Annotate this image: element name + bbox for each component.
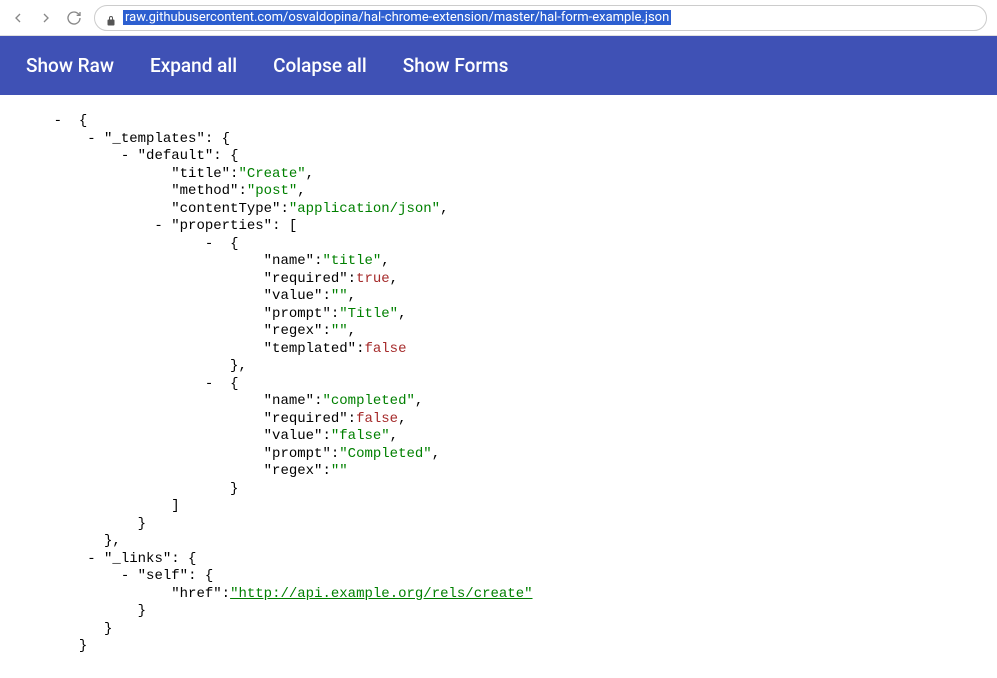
json-line: - "properties": [ bbox=[20, 218, 977, 236]
json-line: "required":true, bbox=[20, 271, 977, 289]
href-link[interactable]: "http://api.example.org/rels/create" bbox=[230, 586, 532, 602]
extension-toolbar: Show Raw Expand all Colapse all Show For… bbox=[0, 36, 997, 95]
json-line: "name":"completed", bbox=[20, 393, 977, 411]
json-line: "regex":"", bbox=[20, 323, 977, 341]
collapse-all-button[interactable]: Colapse all bbox=[273, 54, 367, 77]
json-line: "required":false, bbox=[20, 411, 977, 429]
json-line: - "default": { bbox=[20, 148, 977, 166]
json-line: "regex":"" bbox=[20, 463, 977, 481]
json-line: "templated":false bbox=[20, 341, 977, 359]
json-line: "prompt":"Completed", bbox=[20, 446, 977, 464]
json-line: - "self": { bbox=[20, 568, 977, 586]
json-line: } bbox=[20, 621, 977, 639]
json-line: "href":"http://api.example.org/rels/crea… bbox=[20, 586, 977, 604]
json-line: } bbox=[20, 481, 977, 499]
reload-icon[interactable] bbox=[66, 10, 82, 26]
url-text[interactable]: raw.githubusercontent.com/osvaldopina/ha… bbox=[123, 10, 671, 25]
collapse-toggle-icon[interactable]: - bbox=[121, 148, 129, 164]
lock-icon bbox=[105, 12, 117, 24]
show-forms-button[interactable]: Show Forms bbox=[403, 54, 509, 77]
json-line: - "_links": { bbox=[20, 551, 977, 569]
json-line: "title":"Create", bbox=[20, 166, 977, 184]
json-line: } bbox=[20, 638, 977, 656]
collapse-toggle-icon[interactable]: - bbox=[87, 131, 95, 147]
show-raw-button[interactable]: Show Raw bbox=[26, 54, 114, 77]
json-line: "prompt":"Title", bbox=[20, 306, 977, 324]
browser-nav-bar: raw.githubusercontent.com/osvaldopina/ha… bbox=[0, 0, 997, 36]
address-bar[interactable]: raw.githubusercontent.com/osvaldopina/ha… bbox=[94, 5, 987, 31]
json-line: - "_templates": { bbox=[20, 131, 977, 149]
expand-all-button[interactable]: Expand all bbox=[150, 54, 237, 77]
back-icon[interactable] bbox=[10, 10, 26, 26]
json-line: "value":"", bbox=[20, 288, 977, 306]
json-line: "contentType":"application/json", bbox=[20, 201, 977, 219]
collapse-toggle-icon[interactable]: - bbox=[54, 113, 62, 129]
json-line: } bbox=[20, 516, 977, 534]
json-line: }, bbox=[20, 533, 977, 551]
collapse-toggle-icon[interactable]: - bbox=[205, 236, 213, 252]
forward-icon[interactable] bbox=[38, 10, 54, 26]
collapse-toggle-icon[interactable]: - bbox=[121, 568, 129, 584]
json-line: - { bbox=[20, 236, 977, 254]
json-line: "method":"post", bbox=[20, 183, 977, 201]
json-line: - { bbox=[20, 376, 977, 394]
collapse-toggle-icon[interactable]: - bbox=[154, 218, 162, 234]
json-viewer: - { - "_templates": { - "default": { "ti… bbox=[0, 95, 997, 674]
collapse-toggle-icon[interactable]: - bbox=[205, 376, 213, 392]
json-line: ] bbox=[20, 498, 977, 516]
json-line: - { bbox=[20, 113, 977, 131]
json-line: } bbox=[20, 603, 977, 621]
json-line: "name":"title", bbox=[20, 253, 977, 271]
json-line: "value":"false", bbox=[20, 428, 977, 446]
json-line: }, bbox=[20, 358, 977, 376]
collapse-toggle-icon[interactable]: - bbox=[87, 551, 95, 567]
